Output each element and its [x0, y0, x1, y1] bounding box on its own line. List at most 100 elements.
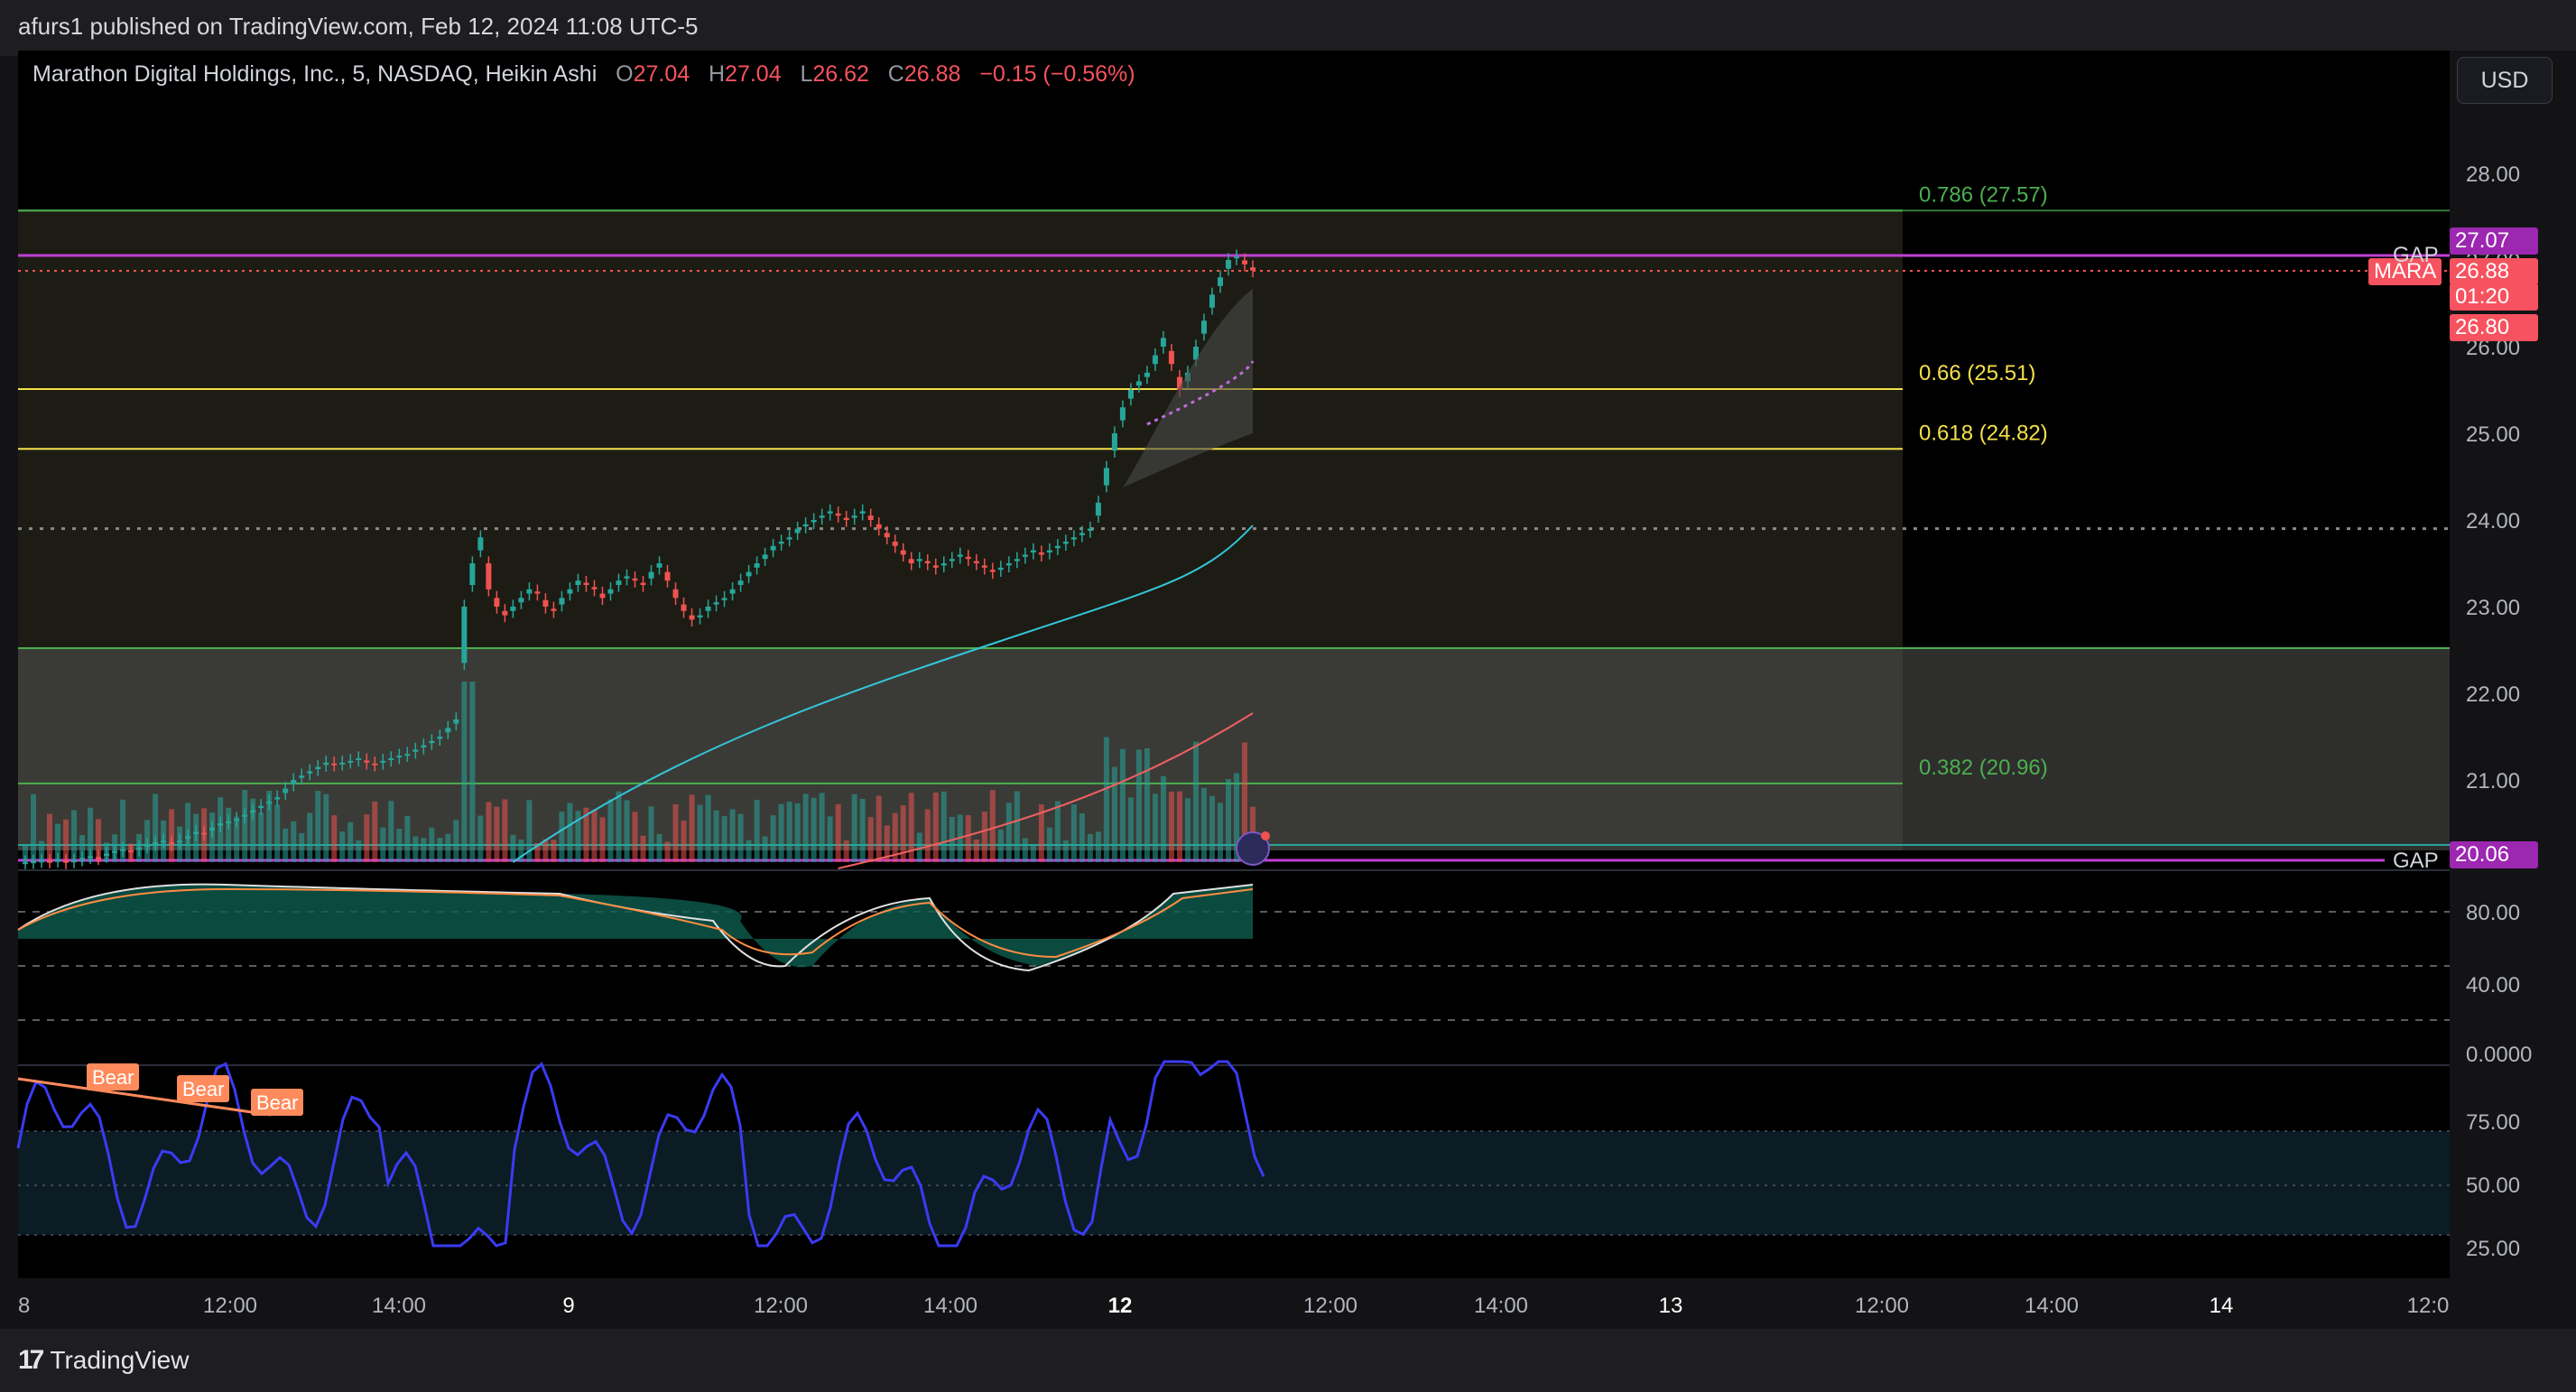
candle-body-55: [469, 563, 476, 585]
candle-body-117: [973, 561, 979, 563]
volume-bar-112: [932, 792, 939, 862]
candle-body-26: [234, 819, 240, 821]
candle-body-86: [721, 598, 727, 600]
candle-body-118: [981, 565, 987, 568]
candle-body-10: [104, 853, 110, 856]
candle-body-46: [396, 756, 403, 758]
low-label: L: [800, 61, 813, 87]
gap-bottom-price-tag: 20.06: [2450, 841, 2538, 868]
candle-body-56: [477, 537, 484, 551]
open-value: 27.04: [633, 61, 690, 87]
candle-body-119: [989, 570, 996, 572]
volume-bar-121: [1005, 803, 1012, 862]
candle-body-18: [169, 842, 175, 845]
footer-bar: 17 TradingView: [0, 1329, 2576, 1392]
volume-bar-72: [607, 799, 614, 862]
volume-bar-140: [1160, 775, 1166, 862]
candle-body-112: [932, 565, 939, 568]
volume-bar-103: [859, 798, 866, 862]
candle-body-30: [266, 802, 273, 804]
volume-bar-129: [1070, 804, 1077, 862]
candle-body-64: [542, 599, 549, 607]
volume-bar-38: [331, 815, 338, 862]
candle-body-24: [218, 823, 224, 826]
currency-button[interactable]: USD: [2457, 57, 2553, 104]
tradingview-brand[interactable]: 17 TradingView: [18, 1345, 189, 1376]
volume-bar-117: [973, 839, 979, 862]
price-chart[interactable]: 0.786 (27.57) 0.66 (25.51) 0.618 (24.82) 0.…: [0, 0, 2576, 1329]
symbol-title: Marathon Digital Holdings, Inc., 5, NASD…: [32, 61, 598, 87]
candle-body-134: [1111, 433, 1117, 451]
candle-body-8: [88, 856, 94, 858]
candle-body-128: [1062, 542, 1069, 544]
volume-bar-148: [1225, 779, 1231, 862]
candle-body-39: [339, 762, 346, 765]
candle-body-122: [1014, 559, 1020, 561]
candle-body-102: [851, 515, 857, 518]
candle-body-103: [859, 511, 866, 514]
volume-bar-134: [1111, 766, 1117, 862]
volume-bar-131: [1087, 833, 1093, 862]
candle-body-132: [1095, 502, 1101, 516]
volume-bar-138: [1144, 748, 1150, 862]
volume-bar-90: [754, 800, 760, 862]
time-tick-8: 14:00: [1474, 1294, 1528, 1318]
candle-body-65: [551, 608, 557, 611]
volume-bar-132: [1095, 831, 1101, 862]
candle-body-107: [892, 542, 898, 546]
candle-body-109: [908, 559, 914, 563]
volume-bar-36: [315, 791, 321, 862]
candle-body-85: [713, 602, 719, 605]
candle-body-73: [616, 580, 622, 585]
volume-bar-136: [1127, 797, 1134, 862]
volume-bar-64: [542, 839, 549, 862]
volume-bar-128: [1062, 840, 1069, 862]
volume-bar-51: [437, 838, 443, 862]
volume-bar-43: [372, 801, 378, 862]
candle-body-57: [486, 563, 492, 589]
rsi-tick-1: 40.00: [2466, 973, 2520, 998]
candle-body-44: [380, 760, 386, 763]
candle-body-131: [1087, 528, 1093, 531]
volume-bar-141: [1168, 791, 1174, 862]
volume-bar-58: [494, 806, 500, 862]
volume-bar-118: [981, 812, 987, 862]
volume-bar-66: [559, 812, 565, 862]
volume-bar-116: [965, 815, 971, 862]
candle-body-34: [299, 775, 305, 778]
tradingview-logo: 17: [18, 1345, 44, 1375]
close-label: C: [887, 61, 904, 87]
candle-body-95: [794, 528, 801, 534]
candle-body-58: [494, 598, 500, 607]
volume-bar-49: [421, 838, 427, 862]
volume-bar-44: [380, 827, 386, 862]
candle-body-7: [79, 858, 86, 860]
candle-body-1: [31, 861, 37, 864]
candle-body-82: [689, 615, 695, 620]
volume-bar-120: [997, 829, 1004, 862]
candle-body-90: [754, 563, 760, 568]
volume-bar-56: [477, 815, 484, 862]
candle-body-140: [1160, 338, 1166, 347]
candle-body-68: [575, 580, 581, 585]
volume-bar-33: [291, 821, 297, 862]
candle-body-124: [1030, 550, 1036, 552]
candle-body-27: [242, 814, 248, 817]
volume-bar-70: [591, 810, 598, 862]
volume-bar-35: [307, 812, 313, 862]
volume-bar-76: [640, 835, 646, 862]
volume-bar-89: [746, 840, 752, 862]
candle-body-99: [827, 511, 833, 514]
volume-bar-32: [283, 828, 289, 862]
candle-body-123: [1022, 554, 1028, 557]
candle-body-89: [746, 571, 752, 577]
fib-zone-lower-right: [1903, 648, 2450, 850]
candle-body-104: [867, 515, 874, 520]
volume-bar-40: [347, 821, 354, 862]
candle-body-150: [1241, 260, 1247, 264]
volume-bar-1: [31, 793, 37, 862]
osc-tick-1: 50.00: [2466, 1174, 2520, 1198]
candle-body-113: [941, 563, 947, 566]
candle-body-69: [583, 582, 589, 585]
time-tick-0: 8: [18, 1294, 30, 1318]
